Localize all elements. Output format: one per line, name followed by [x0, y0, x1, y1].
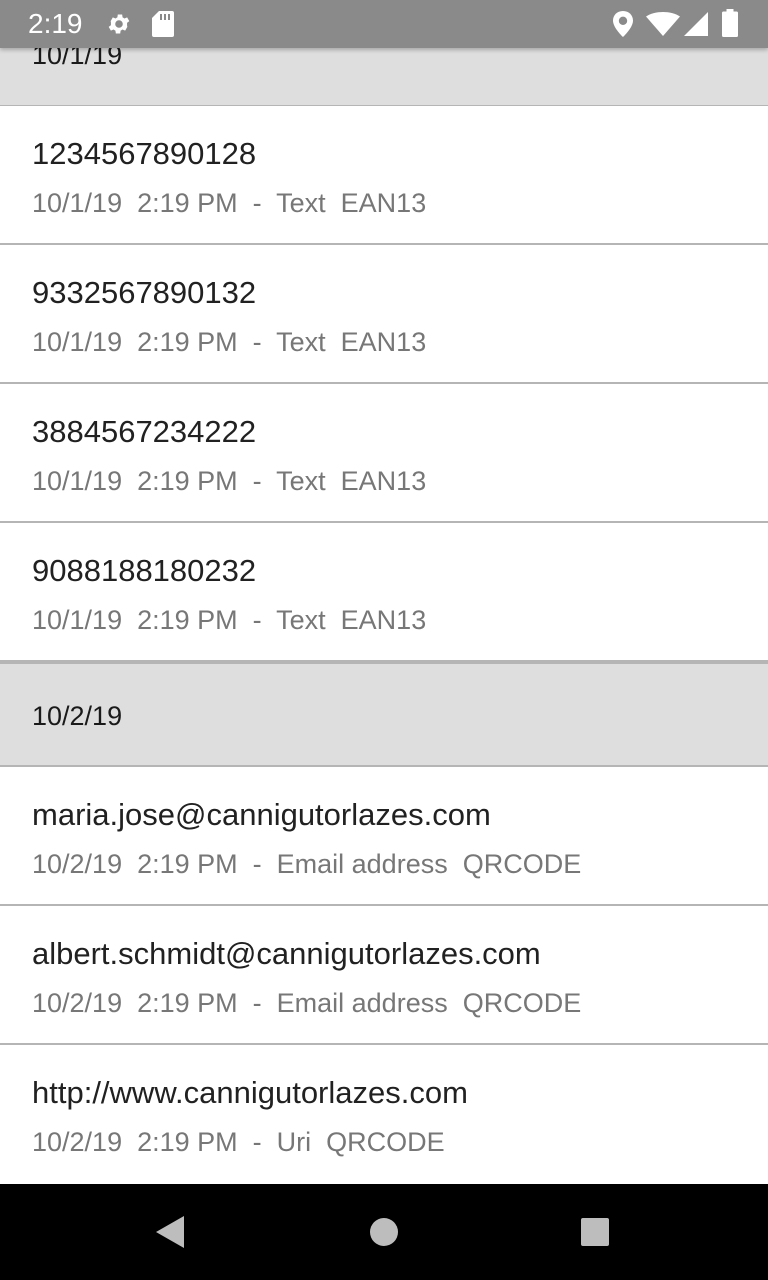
gear-icon	[108, 14, 130, 34]
list-item[interactable]: 9332567890132 10/1/19 2:19 PM - Text EAN…	[0, 245, 768, 384]
scan-value: 9088188180232	[32, 553, 257, 588]
sd-card-icon	[152, 11, 174, 37]
list-item[interactable]: maria.jose@cannigutorlazes.com 10/2/19 2…	[0, 767, 768, 906]
location-icon	[613, 11, 633, 37]
wifi-icon	[646, 12, 680, 36]
list-item[interactable]: 9088188180232 10/1/19 2:19 PM - Text EAN…	[0, 523, 768, 662]
list-item[interactable]: 1234567890128 10/1/19 2:19 PM - Text EAN…	[0, 106, 768, 245]
scan-value: http://www.cannigutorlazes.com	[32, 1075, 468, 1110]
scan-details: 10/2/19 2:19 PM - Email address QRCODE	[32, 988, 582, 1018]
scan-details: 10/2/19 2:19 PM - Uri QRCODE	[32, 1127, 445, 1157]
list-item[interactable]: albert.schmidt@cannigutorlazes.com 10/2/…	[0, 906, 768, 1045]
scan-details: 10/1/19 2:19 PM - Text EAN13	[32, 327, 427, 357]
status-time: 2:19	[28, 8, 83, 39]
list-item[interactable]: http://www.cannigutorlazes.com 10/2/19 2…	[0, 1045, 768, 1184]
home-icon[interactable]	[368, 1216, 400, 1248]
status-bar: 2:19	[0, 0, 768, 48]
list-item[interactable]: 3884567234222 10/1/19 2:19 PM - Text EAN…	[0, 384, 768, 523]
section-date: 10/2/19	[32, 701, 123, 731]
scan-details: 10/2/19 2:19 PM - Email address QRCODE	[32, 849, 582, 879]
scan-value: maria.jose@cannigutorlazes.com	[32, 797, 491, 832]
scan-value: 3884567234222	[32, 414, 257, 449]
signal-icon	[684, 12, 708, 36]
scan-value: 9332567890132	[32, 275, 257, 310]
navigation-bar	[0, 1184, 768, 1280]
battery-icon	[722, 9, 738, 37]
scan-details: 10/1/19 2:19 PM - Text EAN13	[32, 188, 427, 218]
scan-value: 1234567890128	[32, 136, 257, 171]
scan-details: 10/1/19 2:19 PM - Text EAN13	[32, 466, 427, 496]
recents-icon[interactable]	[579, 1216, 611, 1248]
back-icon[interactable]	[154, 1214, 188, 1250]
section-header-2: 10/2/19	[0, 662, 768, 767]
scan-value: albert.schmidt@cannigutorlazes.com	[32, 936, 541, 971]
scan-details: 10/1/19 2:19 PM - Text EAN13	[32, 605, 427, 635]
